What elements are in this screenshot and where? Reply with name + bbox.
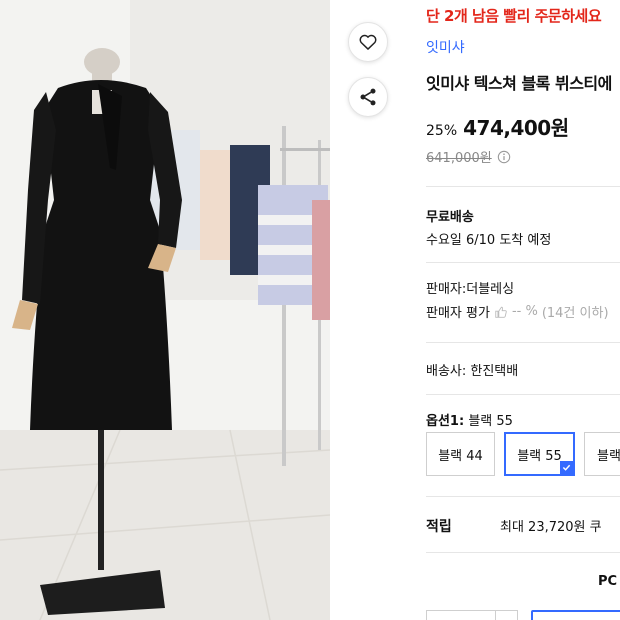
sale-price: 474,400원 (463, 116, 569, 140)
price-row: 25% 474,400원 (426, 112, 569, 141)
divider (426, 342, 620, 343)
stock-notice: 단 2개 남음 빨리 주문하세요 (426, 7, 602, 25)
seller-name[interactable]: 판매자:더블레싱 (426, 278, 514, 297)
option-button-1[interactable]: 블랙 44 (426, 432, 495, 476)
product-title: 잇미샤 텍스쳐 블록 뷔스티에 (426, 74, 612, 93)
share-icon (360, 88, 376, 106)
seller-rating: 판매자 평가 -- % (14건 이하) (426, 302, 609, 321)
quantity-divider (495, 611, 496, 620)
arrival-date: 수요일 6/10 도착 예정 (426, 233, 552, 248)
divider (426, 186, 620, 187)
wishlist-button[interactable] (348, 22, 388, 62)
seller-rating-value: -- % (511, 304, 538, 319)
cart-button[interactable] (531, 610, 620, 620)
discount-rate: 25% (426, 123, 458, 139)
divider (426, 552, 620, 553)
product-image (0, 0, 330, 620)
original-price: 641,000원 (426, 151, 492, 166)
divider (426, 394, 620, 395)
option-name: 옵션1: (426, 414, 465, 429)
divider (426, 496, 620, 497)
seller-rating-count: (14건 이하) (541, 306, 609, 321)
seller-rating-label: 판매자 평가 (426, 306, 490, 321)
option-button-label: 블랙 55 (517, 448, 562, 464)
product-info-panel: 단 2개 남음 빨리 주문하세요 잇미샤 잇미샤 텍스쳐 블록 뷔스티에 25%… (426, 0, 620, 620)
original-price-row: 641,000원 (426, 147, 511, 166)
option-button-label: 블랙 (597, 448, 620, 464)
carrier: 배송사: 한진택배 (426, 364, 519, 379)
brand-link[interactable]: 잇미샤 (426, 37, 465, 57)
pc-label: PC (598, 574, 618, 589)
heart-icon (359, 34, 377, 50)
thumbs-up-icon (495, 306, 507, 318)
checkmark-icon (560, 461, 573, 474)
option-button-2-selected[interactable]: 블랙 55 (504, 432, 575, 476)
points-label: 적립 (426, 519, 452, 535)
option-label: 옵션1: 블랙 55 (426, 410, 513, 429)
quantity-stepper[interactable] (426, 610, 518, 620)
option-selected: 블랙 55 (468, 414, 513, 429)
option-button-3[interactable]: 블랙 (584, 432, 620, 476)
points-text: 최대 23,720원 쿠 (500, 520, 602, 535)
info-icon[interactable] (497, 150, 511, 164)
option-button-label: 블랙 44 (438, 448, 483, 464)
shipping-label: 무료배송 (426, 210, 474, 225)
share-button[interactable] (348, 77, 388, 117)
divider (426, 262, 620, 263)
